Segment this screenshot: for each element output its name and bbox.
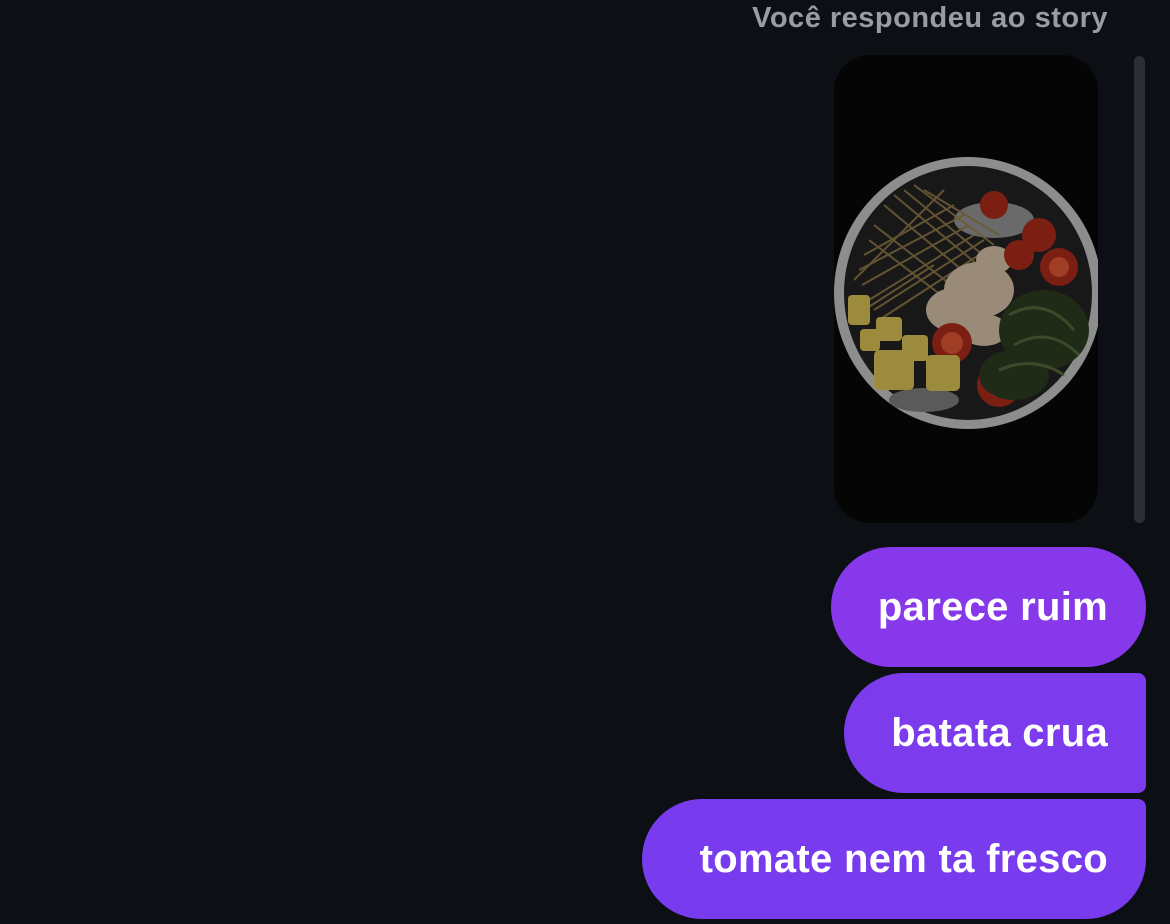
story-reply-indicator-bar (1134, 56, 1145, 523)
food-bowl-image (834, 55, 1098, 523)
story-thumbnail[interactable] (834, 55, 1098, 523)
dm-conversation: Você respondeu ao story parece ruim bata… (0, 0, 1170, 924)
message-bubble[interactable]: tomate nem ta fresco (642, 799, 1146, 919)
message-bubble[interactable]: parece ruim (831, 547, 1146, 667)
message-bubble[interactable]: batata crua (844, 673, 1146, 793)
story-reply-label: Você respondeu ao story (752, 2, 1108, 34)
